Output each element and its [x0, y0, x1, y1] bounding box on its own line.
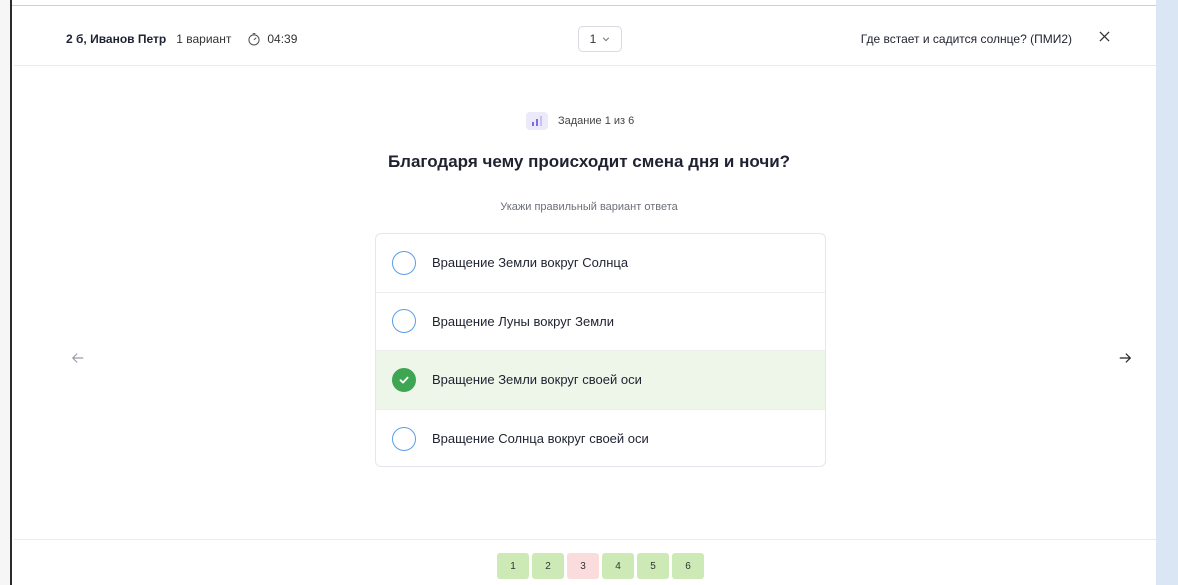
task-page-button[interactable]: 6: [672, 553, 704, 579]
radio-button[interactable]: [392, 309, 416, 334]
answer-option[interactable]: Вращение Луны вокруг Земли: [376, 293, 825, 351]
task-page-button[interactable]: 5: [637, 553, 669, 579]
answer-option-selected[interactable]: Вращение Земли вокруг своей оси: [376, 351, 825, 410]
difficulty-bars-icon: [526, 112, 548, 130]
header: 2 б, Иванов Петр 1 вариант 04:39 1 Где в…: [14, 6, 1156, 66]
next-task-button[interactable]: [1115, 348, 1135, 368]
task-page-button[interactable]: 4: [602, 553, 634, 579]
task-number-select[interactable]: 1: [578, 26, 622, 52]
variant-label: 1 вариант: [176, 32, 232, 46]
task-page-button[interactable]: 1: [497, 553, 529, 579]
answer-option[interactable]: Вращение Земли вокруг Солнца: [376, 234, 825, 293]
arrow-left-icon: [71, 353, 84, 363]
user-info: 2 б, Иванов Петр 1 вариант 04:39: [66, 32, 297, 46]
task-page-button[interactable]: 2: [532, 553, 564, 579]
task-counter-label: Задание 1 из 6: [558, 115, 635, 127]
previous-task-button[interactable]: [68, 348, 88, 368]
instruction-text: Укажи правильный вариант ответа: [500, 201, 678, 213]
answer-option-label: Вращение Земли вокруг Солнца: [432, 255, 629, 271]
task-page-button[interactable]: 3: [567, 553, 599, 579]
user-name: 2 б, Иванов Петр: [66, 32, 167, 46]
question-text: Благодаря чему происходит смена дня и но…: [387, 152, 791, 171]
stopwatch-icon: [248, 33, 260, 46]
answer-option[interactable]: Вращение Солнца вокруг своей оси: [376, 410, 825, 467]
task-select-value: 1: [589, 32, 597, 46]
window-right-edge: [1156, 0, 1178, 585]
task-pagination: 1 2 3 4 5 6: [497, 553, 704, 579]
timer: 04:39: [247, 32, 297, 46]
window-left-edge: [0, 0, 12, 585]
answer-option-label: Вращение Земли вокруг своей оси: [432, 372, 642, 388]
answer-option-label: Вращение Луны вокруг Земли: [432, 313, 614, 329]
check-icon: [399, 376, 409, 384]
chevron-down-icon: [603, 37, 610, 42]
timer-value: 04:39: [267, 32, 298, 46]
radio-button[interactable]: [392, 426, 416, 451]
answer-options: Вращение Земли вокруг Солнца Вращение Лу…: [375, 233, 826, 467]
arrow-right-icon: [1119, 353, 1132, 363]
task-counter: Задание 1 из 6: [526, 112, 634, 130]
close-icon: [1098, 30, 1110, 42]
test-title: Где встает и садится солнце? (ПМИ2): [860, 32, 1072, 46]
radio-button-checked[interactable]: [392, 367, 416, 392]
radio-button[interactable]: [392, 250, 416, 275]
close-button[interactable]: [1096, 28, 1112, 44]
answer-option-label: Вращение Солнца вокруг своей оси: [432, 431, 649, 447]
